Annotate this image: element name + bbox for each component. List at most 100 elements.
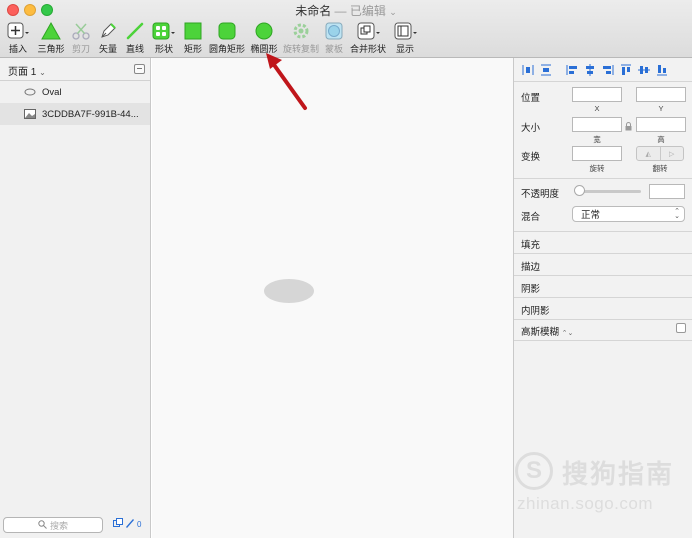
align-left-icon[interactable] <box>564 64 579 76</box>
lock-icon[interactable] <box>625 122 632 133</box>
layer-search-input[interactable]: 搜索 <box>3 517 103 533</box>
align-middle-vertical-icon[interactable] <box>636 64 651 76</box>
divider <box>514 178 692 179</box>
image-icon <box>24 109 36 119</box>
shadow-section-header[interactable]: 阴影 <box>521 281 540 295</box>
layers-panel: 页面 1 ⌄ Oval 3CDDBA7F-991B-44... 搜索 0 <box>0 58 151 538</box>
layer-name: 3CDDBA7F-991B-44... <box>42 108 139 120</box>
opacity-label: 不透明度 <box>521 189 560 200</box>
flip-vertical-icon[interactable]: ▷ <box>661 147 684 160</box>
vector-button[interactable]: 矢量 <box>97 21 119 55</box>
opacity-slider-track[interactable] <box>576 190 641 193</box>
canvas[interactable] <box>152 58 513 538</box>
y-input[interactable] <box>636 87 686 102</box>
oval-shape[interactable] <box>264 279 314 303</box>
toolbar: 未命名 — 已编辑 ⌄ 插入 三角形 剪刀 矢量 直线 形状 矩形 圆角矩形 椭… <box>0 0 692 58</box>
position-label: 位置 <box>521 93 541 104</box>
line-button[interactable]: 直线 <box>124 21 146 55</box>
width-input[interactable] <box>572 117 622 132</box>
brush-icon[interactable] <box>125 518 135 530</box>
watermark-url: zhinan.sogo.com <box>517 494 654 513</box>
updown-chevron-icon: ⌃⌄ <box>561 330 574 337</box>
opacity-input[interactable] <box>649 184 685 199</box>
align-bottom-icon[interactable] <box>654 64 669 76</box>
plus-icon <box>7 22 29 39</box>
align-right-icon[interactable] <box>600 64 615 76</box>
combine-shapes-button[interactable]: 合并形状 <box>349 21 387 55</box>
chevron-down-icon[interactable]: ⌄ <box>389 7 397 17</box>
watermark: S 搜狗指南 zhinan.sogo.com <box>515 452 690 513</box>
copy-icon[interactable] <box>113 518 123 530</box>
annotation-arrow-icon <box>266 53 307 110</box>
display-icon <box>394 22 417 40</box>
rotation-input[interactable] <box>572 146 622 161</box>
opacity-slider-handle[interactable] <box>574 185 585 196</box>
gaussian-blur-checkbox[interactable] <box>676 323 686 333</box>
border-section-header[interactable]: 描边 <box>521 259 540 273</box>
gaussian-blur-section-header[interactable]: 高斯模糊 ⌃⌄ <box>521 324 573 338</box>
rectangle-button[interactable]: 矩形 <box>182 21 204 55</box>
pen-icon <box>101 23 116 38</box>
search-icon <box>38 519 47 531</box>
layer-name: Oval <box>42 86 62 98</box>
gear-icon <box>293 23 309 39</box>
divider <box>514 253 692 254</box>
divider <box>514 340 692 341</box>
x-input[interactable] <box>572 87 622 102</box>
divider <box>514 319 692 320</box>
height-label: 高 <box>657 135 665 144</box>
transform-label: 变换 <box>521 152 541 163</box>
document-status: 已编辑 <box>349 4 386 18</box>
scissors-button[interactable]: 剪刀 <box>70 21 92 55</box>
width-label: 宽 <box>593 135 601 144</box>
height-input[interactable] <box>636 117 686 132</box>
title-separator: — <box>331 4 350 18</box>
alignment-toolbar <box>514 58 692 82</box>
rotate-label: 旋转 <box>589 164 605 173</box>
insert-button[interactable]: 插入 <box>5 21 31 55</box>
divider <box>514 297 692 298</box>
x-label: X <box>594 104 600 113</box>
mask-button[interactable]: 蒙板 <box>323 21 345 55</box>
oval-icon <box>24 88 36 96</box>
rounded-rectangle-icon <box>218 22 236 40</box>
divider <box>514 231 692 232</box>
collapse-pages-icon[interactable] <box>134 64 145 74</box>
triangle-button[interactable]: 三角形 <box>36 21 66 55</box>
triangle-icon <box>41 22 61 40</box>
inner-shadow-section-header[interactable]: 内阴影 <box>521 303 550 317</box>
distribute-vertical-icon[interactable] <box>538 64 553 76</box>
line-icon <box>126 22 144 40</box>
document-name: 未命名 <box>295 4 332 18</box>
page-selector[interactable]: 页面 1 ⌄ <box>8 63 46 78</box>
mask-icon <box>325 22 343 40</box>
window-title: 未命名 — 已编辑 ⌄ <box>0 2 692 19</box>
blend-label: 混合 <box>521 212 541 223</box>
flip-label: 翻转 <box>652 164 668 173</box>
align-center-horizontal-icon[interactable] <box>582 63 597 76</box>
layer-filter-controls: 0 <box>113 518 141 530</box>
ellipse-icon <box>255 22 273 40</box>
align-top-icon[interactable] <box>618 64 633 76</box>
flip-controls: ◭ ▷ <box>636 146 684 161</box>
blend-mode-select[interactable]: 正常 ⌃ ⌄ <box>572 206 685 222</box>
distribute-horizontal-icon[interactable] <box>520 64 535 76</box>
combine-icon <box>357 22 380 40</box>
shapes-button[interactable]: 形状 <box>151 21 177 55</box>
watermark-brand: 搜狗指南 <box>562 459 675 489</box>
size-label: 大小 <box>521 123 541 134</box>
rounded-rectangle-button[interactable]: 圆角矩形 <box>208 21 246 55</box>
layer-row-image[interactable]: 3CDDBA7F-991B-44... <box>0 103 150 125</box>
updown-chevron-icon: ⌃⌄ <box>674 208 680 220</box>
fill-section-header[interactable]: 填充 <box>521 237 540 251</box>
rectangle-icon <box>184 22 202 40</box>
scissors-icon <box>72 23 90 40</box>
flip-horizontal-icon[interactable]: ◭ <box>637 147 661 160</box>
display-button[interactable]: 显示 <box>391 21 419 55</box>
shapes-grid-icon <box>152 22 175 40</box>
sogou-logo-icon: S <box>515 452 553 490</box>
layers-count: 0 <box>137 519 142 529</box>
chevron-down-icon: ⌄ <box>39 68 46 77</box>
y-label: Y <box>658 104 664 113</box>
layer-row-oval[interactable]: Oval <box>0 81 150 103</box>
